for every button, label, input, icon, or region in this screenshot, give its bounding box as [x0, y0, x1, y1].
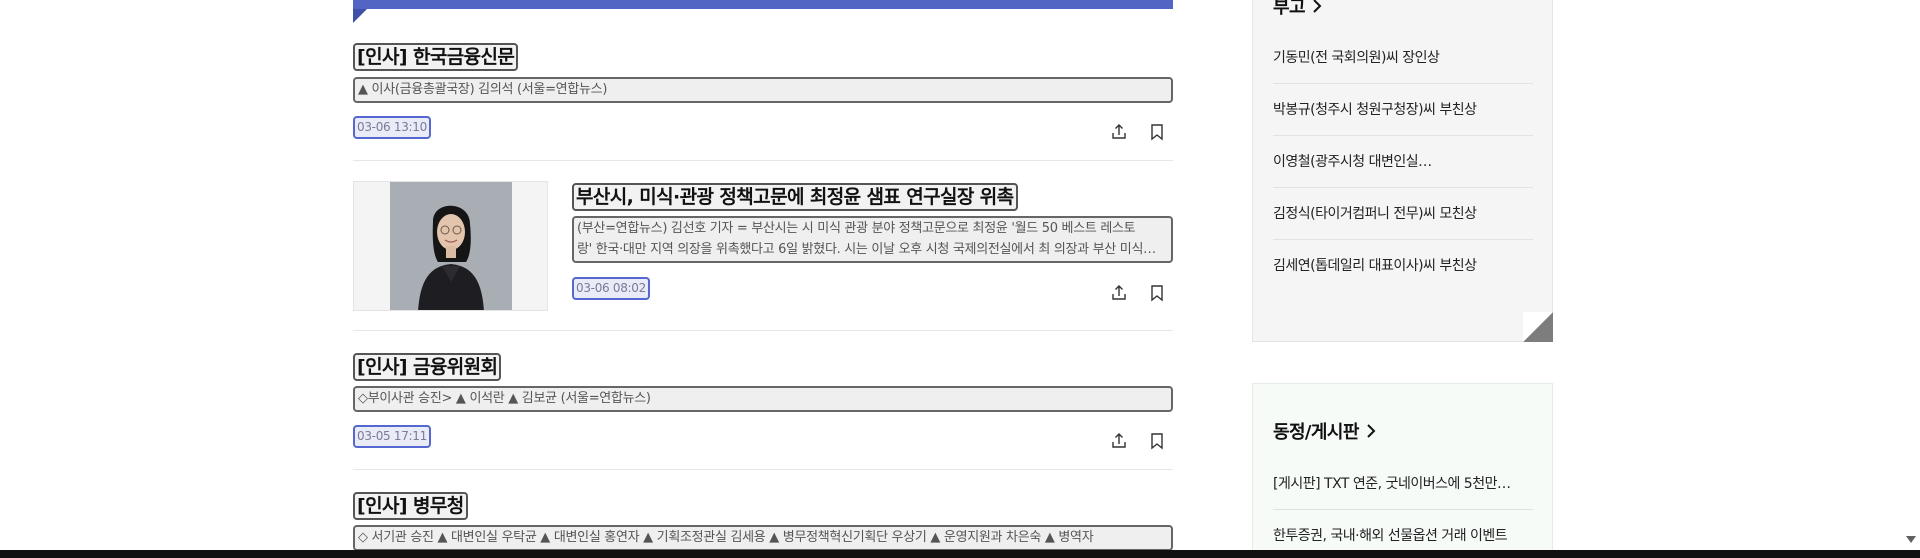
list-item[interactable]: [게시판] TXT 연준, 굿네이버스에 5천만… [1273, 458, 1533, 510]
bookmark-button[interactable] [1145, 281, 1169, 305]
article-divider [353, 469, 1173, 470]
bookmark-icon [1151, 285, 1163, 302]
article-summary-line: ◇ 서기관 승진 ▲ 대변인실 우탁균 ▲ 대변인실 홍연자 ▲ 기획조정관실 … [358, 530, 1094, 545]
obituary-heading[interactable]: 부고 [1273, 0, 1323, 19]
article-title[interactable]: [인사] 금융위원회 [353, 353, 502, 381]
article-summary[interactable]: (부산=연합뉴스) 김선호 기자 = 부산시는 시 미식 관광 분야 정책고문으… [572, 216, 1173, 263]
list-item[interactable]: 김세연(톱데일리 대표이사)씨 부친상 [1273, 240, 1533, 292]
article-summary-line: (부산=연합뉴스) 김선호 기자 = 부산시는 시 미식 관광 분야 정책고문으… [577, 221, 1136, 236]
article-summary-line: ◇부이사관 승진> ▲ 이석란 ▲ 김보균 (서울=연합뉴스) [358, 391, 651, 406]
list-item[interactable]: 이영철(광주시청 대변인실… [1273, 136, 1533, 188]
share-button[interactable] [1107, 429, 1131, 453]
board-title: 동정/게시판 [1273, 422, 1359, 443]
share-button[interactable] [1107, 281, 1131, 305]
list-item[interactable]: 김정식(타이거컴퍼니 전무)씨 모친상 [1273, 188, 1533, 240]
board-heading[interactable]: 동정/게시판 [1273, 418, 1377, 444]
obituary-panel: 부고 기동민(전 국회의원)씨 장인상 박봉규(청주시 청원구청장)씨 부친상 … [1252, 0, 1553, 342]
scroll-down-arrow[interactable] [1906, 536, 1916, 543]
bookmark-icon [1151, 124, 1163, 141]
share-icon [1112, 285, 1126, 300]
article-title[interactable]: [인사] 한국금융신문 [353, 43, 519, 71]
page-fold-corner-cut [1523, 312, 1553, 342]
obituary-list: 기동민(전 국회의원)씨 장인상 박봉규(청주시 청원구청장)씨 부친상 이영철… [1273, 32, 1533, 292]
section-top-bar-notch [353, 9, 367, 23]
article-time: 03-06 08:02 [572, 277, 650, 300]
list-item[interactable]: 박봉규(청주시 청원구청장)씨 부친상 [1273, 84, 1533, 136]
bottom-bar [0, 550, 1920, 558]
person-photo [390, 182, 512, 310]
article-time: 03-06 13:10 [353, 116, 431, 139]
article-summary-line: 랑' 한국·대만 지역 의장을 위촉했다고 6일 밝혔다. 시는 이날 오후 시… [577, 242, 1156, 257]
article-time: 03-05 17:11 [353, 425, 431, 448]
section-top-bar [353, 0, 1173, 9]
bookmark-button[interactable] [1145, 429, 1169, 453]
article-title[interactable]: [인사] 병무청 [353, 492, 468, 520]
article-summary-line: ▲ 이사(금융총괄국장) 김의석 (서울=연합뉴스) [358, 82, 608, 97]
chevron-right-icon [1313, 0, 1322, 13]
board-list: [게시판] TXT 연준, 굿네이버스에 5천만… 한투증권, 국내·해외 선물… [1273, 458, 1533, 558]
article-summary[interactable]: ▲ 이사(금융총괄국장) 김의석 (서울=연합뉴스) [353, 77, 1173, 103]
board-panel: 동정/게시판 [게시판] TXT 연준, 굿네이버스에 5천만… 한투증권, 국… [1252, 383, 1553, 558]
share-icon [1112, 433, 1126, 448]
list-item[interactable]: 기동민(전 국회의원)씨 장인상 [1273, 32, 1533, 84]
article-divider [353, 160, 1173, 161]
article-summary[interactable]: ◇ 서기관 승진 ▲ 대변인실 우탁균 ▲ 대변인실 홍연자 ▲ 기획조정관실 … [353, 525, 1173, 551]
article-summary[interactable]: ◇부이사관 승진> ▲ 이석란 ▲ 김보균 (서울=연합뉴스) [353, 386, 1173, 412]
bookmark-button[interactable] [1145, 120, 1169, 144]
share-icon [1112, 124, 1126, 139]
bookmark-icon [1151, 433, 1163, 450]
obituary-title: 부고 [1273, 0, 1306, 18]
chevron-right-icon [1367, 424, 1376, 438]
article-thumbnail[interactable] [353, 181, 548, 311]
share-button[interactable] [1107, 120, 1131, 144]
article-title[interactable]: 부산시, 미식·관광 정책고문에 최정윤 샘표 연구실장 위촉 [572, 183, 1018, 211]
article-divider [353, 330, 1173, 331]
